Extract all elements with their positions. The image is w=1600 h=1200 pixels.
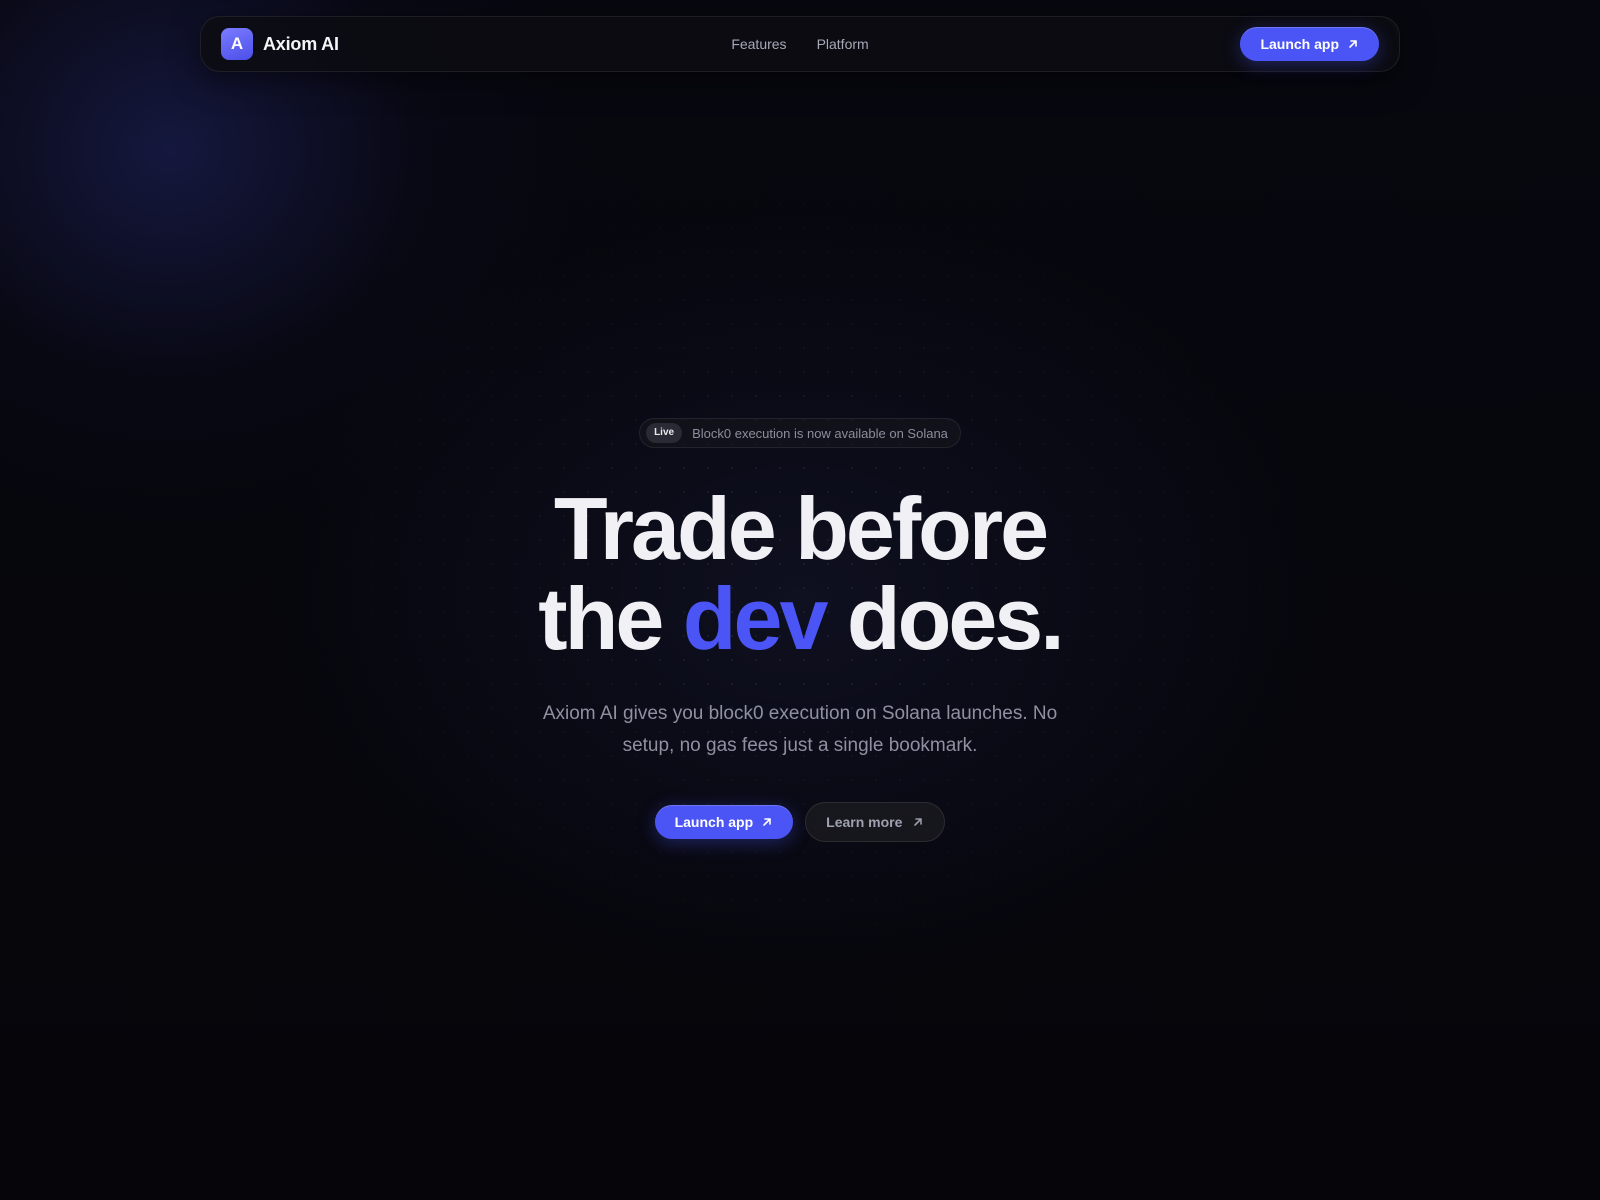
hero-actions: Launch app Learn more <box>654 802 946 842</box>
brand[interactable]: A Axiom AI <box>221 28 339 60</box>
nav-launch-app-button[interactable]: Launch app <box>1240 27 1379 61</box>
learn-more-label: Learn more <box>826 814 903 830</box>
arrow-up-right-icon <box>761 816 773 828</box>
headline-accent-word: dev <box>682 569 829 668</box>
nav-link-platform[interactable]: Platform <box>817 36 869 52</box>
nav-link-features[interactable]: Features <box>731 36 786 52</box>
headline-line2-post: does. <box>846 569 1065 668</box>
nav-links: Features Platform <box>731 36 868 52</box>
hero-launch-app-button[interactable]: Launch app <box>654 805 794 839</box>
live-badge: Live <box>646 423 683 443</box>
logo-icon: A <box>221 28 253 60</box>
arrow-up-right-icon <box>1347 38 1359 50</box>
announcement-text: Block0 execution is now available on Sol… <box>692 425 948 441</box>
landing-page: A Axiom AI Features Platform Launch app … <box>0 0 1600 1200</box>
hero-launch-app-label: Launch app <box>674 814 754 830</box>
hero-section: Live Block0 execution is now available o… <box>0 418 1600 842</box>
brand-name: Axiom AI <box>263 33 339 54</box>
announcement-pill[interactable]: Live Block0 execution is now available o… <box>639 418 961 448</box>
hero-headline: Trade before the dev does. <box>538 484 1064 664</box>
arrow-up-right-icon <box>912 816 924 828</box>
learn-more-button[interactable]: Learn more <box>805 802 946 842</box>
headline-line1: Trade before <box>553 479 1049 578</box>
top-navbar: A Axiom AI Features Platform Launch app <box>200 16 1400 72</box>
hero-subtitle: Axiom AI gives you block0 execution on S… <box>542 703 1058 756</box>
nav-launch-app-label: Launch app <box>1260 36 1339 52</box>
headline-line2-pre: the <box>538 569 664 668</box>
